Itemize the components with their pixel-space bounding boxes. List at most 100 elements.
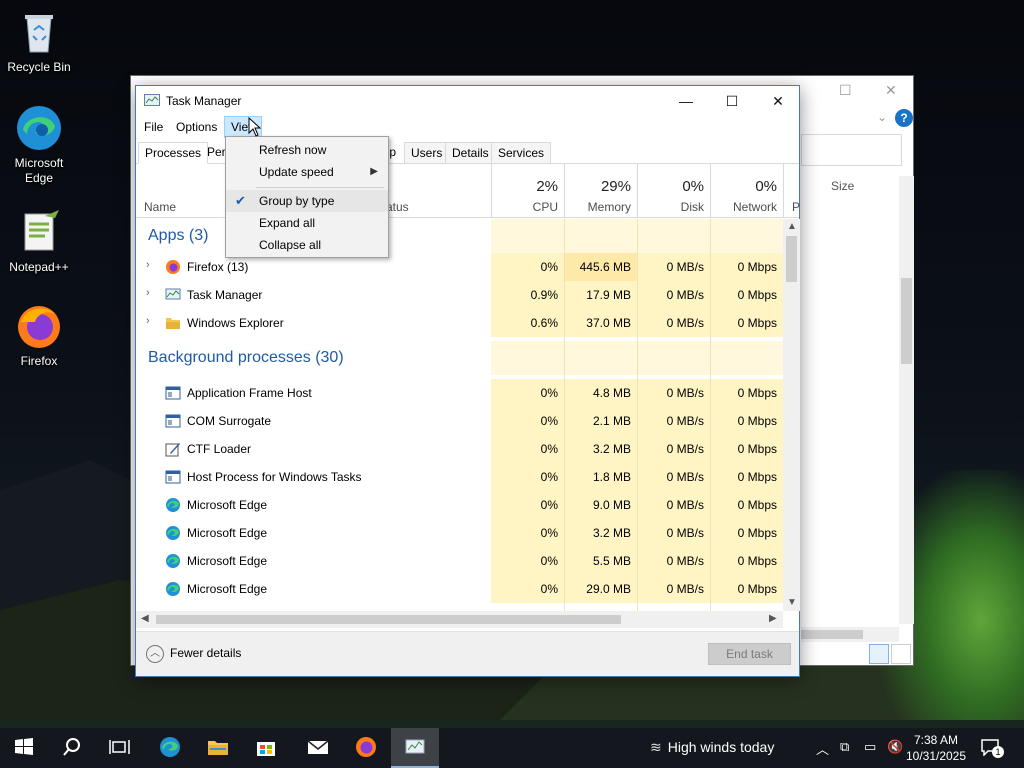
pen-icon [165,441,181,457]
process-row[interactable]: Host Process for Windows Tasks 0% 1.8 MB 0 … [136,463,783,491]
menu-file[interactable]: File [138,116,169,138]
process-row[interactable]: Microsoft Edge 0% 9.0 MB 0 MB/s 0 Mbps [136,491,783,519]
column-header-network[interactable]: 0% Network [710,164,783,218]
column-header-cpu[interactable]: 2% CPU [491,164,564,218]
weather-widget[interactable]: ≋ High winds today [650,739,774,756]
scroll-thumb[interactable] [786,236,797,282]
menu-item-group-by-type[interactable]: ✔ Group by type [226,190,388,212]
desktop-icon-edge[interactable]: Microsoft Edge [1,104,77,186]
menu-item-refresh-now[interactable]: Refresh now [226,139,388,161]
memory-value: 1.8 MB [564,463,637,491]
expand-chevron-icon[interactable]: › [146,315,150,327]
maximize-button[interactable]: ☐ [709,86,755,116]
taskbar-mail[interactable] [294,728,342,768]
process-name: Task Manager [187,288,263,302]
scroll-down-icon[interactable]: ▼ [787,597,797,608]
meet-now-icon[interactable]: ⧉ [840,739,849,755]
task-view-button[interactable] [96,728,144,768]
taskbar-store[interactable] [242,728,290,768]
menu-item-expand-all[interactable]: Expand all [226,212,388,234]
task-manager-icon [405,739,425,754]
disk-value: 0 MB/s [637,463,710,491]
menu-item-collapse-all[interactable]: Collapse all [226,234,388,256]
weather-text: High winds today [667,739,775,755]
mail-icon [307,740,329,754]
vertical-scrollbar[interactable] [899,176,914,624]
end-task-button[interactable]: End task [708,643,791,665]
tab-details[interactable]: Details [445,142,496,164]
disk-value: 0 MB/s [637,547,710,575]
network-value: 0 Mbps [710,281,783,309]
menu-item-update-speed[interactable]: Update speed ▶ [226,161,388,183]
tab-users[interactable]: Users [404,142,450,164]
menu-item-label: Group by type [259,194,335,208]
process-row[interactable]: › Windows Explorer 0.6% 37.0 MB 0 MB/s 0 Mbps [136,309,783,337]
menu-item-label: Collapse all [259,238,322,252]
column-header-memory[interactable]: 29% Memory [564,164,637,218]
process-row[interactable]: COM Surrogate 0% 2.1 MB 0 MB/s 0 Mbps [136,407,783,435]
process-name: Firefox (13) [187,260,249,274]
window-icon [165,469,181,485]
desktop-icon-firefox[interactable]: Firefox [1,302,77,369]
column-header-power[interactable]: P [783,164,800,218]
fewer-details-button[interactable]: ︿ Fewer details [146,645,241,663]
horizontal-scrollbar[interactable]: ◀ ▶ [136,611,783,628]
process-row[interactable]: › Task Manager 0.9% 17.9 MB 0 MB/s 0 Mbps [136,281,783,309]
search-button[interactable] [48,728,96,768]
process-row[interactable]: CTF Loader 0% 3.2 MB 0 MB/s 0 Mbps [136,435,783,463]
desktop-icon-notepad-plus-plus[interactable]: Notepad++ [1,208,77,275]
task-manager-titlebar[interactable]: Task Manager — ☐ ✕ [136,86,799,116]
group-header-background[interactable]: Background processes (30) [136,341,783,375]
process-row[interactable]: Microsoft Edge 0% 3.2 MB 0 MB/s 0 Mbps [136,519,783,547]
menu-options[interactable]: Options [170,116,223,138]
column-separator [710,219,711,611]
submenu-arrow-icon: ▶ [370,166,378,177]
expand-chevron-icon[interactable]: › [146,287,150,299]
scroll-thumb[interactable] [901,278,912,364]
maximize-icon[interactable]: ☐ [839,82,852,99]
view-menu-dropdown: Refresh now Update speed ▶ ✔ Group by type… [225,136,389,258]
store-icon [257,742,275,756]
scroll-right-icon[interactable]: ▶ [769,613,777,624]
process-row[interactable]: Application Frame Host 0% 4.8 MB 0 MB/s 0 Mb… [136,379,783,407]
notifications-button[interactable]: 1 [980,738,1004,758]
taskbar-edge[interactable] [146,728,194,768]
column-header-disk[interactable]: 0% Disk [637,164,710,218]
start-button[interactable] [0,728,48,768]
taskbar-task-manager[interactable] [391,728,439,768]
details-view-icon[interactable] [869,644,889,664]
network-value: 0 Mbps [710,435,783,463]
desktop-icon-recycle-bin[interactable]: Recycle Bin [1,8,77,75]
memory-value: 445.6 MB [564,253,637,281]
close-button[interactable]: ✕ [755,86,801,116]
network-icon[interactable]: ▭ [864,739,876,755]
taskbar-firefox[interactable] [342,728,390,768]
taskbar-file-explorer[interactable] [194,728,242,768]
volume-muted-icon[interactable]: 🔇 [887,739,903,755]
help-icon[interactable]: ? [895,109,913,127]
size-column-header[interactable]: Size [831,179,854,193]
system-clock[interactable]: 7:38 AM 10/31/2025 [905,732,967,764]
search-box[interactable] [801,134,902,166]
horizontal-scrollbar[interactable] [801,627,899,642]
expand-chevron-icon[interactable]: › [146,259,150,271]
minimize-button[interactable]: — [663,86,709,116]
task-manager-icon [144,94,160,111]
tab-performance[interactable]: Performance [201,142,226,164]
chevron-up-icon: ︿ [146,645,164,663]
process-row[interactable]: Microsoft Edge 0% 5.5 MB 0 MB/s 0 Mbps [136,547,783,575]
scroll-thumb[interactable] [156,615,621,624]
show-hidden-icons-chevron-icon[interactable]: ︿ [816,739,829,758]
large-icons-view-icon[interactable] [891,644,911,664]
firefox-icon [165,259,181,275]
scroll-up-icon[interactable]: ▲ [787,221,797,232]
process-name: COM Surrogate [187,414,272,428]
close-icon[interactable]: ✕ [885,82,897,99]
tab-services[interactable]: Services [491,142,552,164]
process-row[interactable]: Microsoft Edge 0% 29.0 MB 0 MB/s 0 Mbps [136,575,783,603]
chevron-down-icon[interactable]: ⌄ [877,110,887,124]
tab-processes[interactable]: Processes [138,142,209,164]
scroll-left-icon[interactable]: ◀ [141,613,149,624]
vertical-scrollbar[interactable]: ▲ ▼ [783,219,800,611]
scroll-thumb[interactable] [801,630,863,639]
